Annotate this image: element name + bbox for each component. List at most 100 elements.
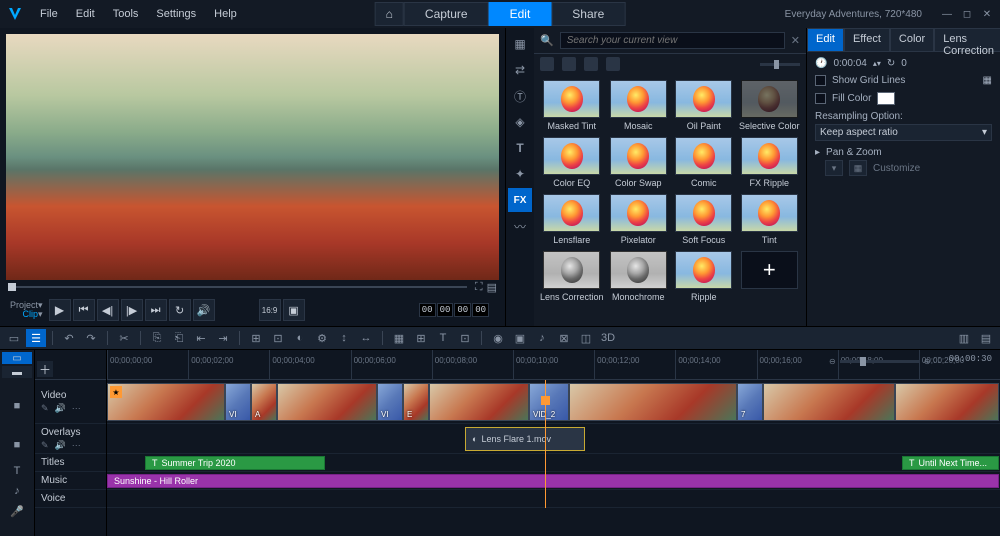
track-head-overlays[interactable]: Overlays✎🔊⋯ — [35, 424, 106, 454]
playhead[interactable] — [545, 380, 546, 508]
snapshot-button[interactable]: ▣ — [283, 299, 305, 321]
grid-icon[interactable]: ▦ — [983, 75, 992, 86]
zoom-out-icon[interactable]: ⊖ — [829, 357, 836, 366]
video-clip[interactable]: 7 — [737, 383, 763, 421]
track-video-icon[interactable]: ■ — [7, 384, 27, 428]
tool-6-button[interactable]: ⊡ — [268, 329, 288, 347]
zoom-fit-icon[interactable]: ⛶ — [934, 356, 940, 366]
track-music-icon[interactable]: ♪ — [7, 482, 27, 500]
tool-9-button[interactable]: ↕ — [334, 329, 354, 347]
track-mute-icon[interactable]: 🔊 — [55, 440, 66, 451]
tool-5-button[interactable]: ⊞ — [246, 329, 266, 347]
goto-end-button[interactable]: ⏭ — [145, 299, 167, 321]
lib-fx-item[interactable]: Tint — [739, 194, 800, 245]
next-frame-button[interactable]: |▶ — [121, 299, 143, 321]
maximize-button[interactable]: ◻ — [960, 7, 974, 21]
lib-fx-item[interactable]: Color EQ — [540, 137, 604, 188]
timecode-display[interactable]: 00 00 00 00 — [419, 303, 489, 317]
tool-22-button[interactable]: ▤ — [976, 329, 996, 347]
lib-add-item[interactable]: + — [739, 251, 800, 302]
tool-17-button[interactable]: ♪ — [532, 329, 552, 347]
lib-fx-item[interactable]: Pixelator — [608, 194, 669, 245]
video-clip[interactable]: VI — [225, 383, 251, 421]
video-clip[interactable] — [895, 383, 999, 421]
tool-19-button[interactable]: ◫ — [576, 329, 596, 347]
mode-edit[interactable]: Edit — [489, 2, 552, 26]
opt-tab-lens[interactable]: Lens Correction — [934, 28, 1000, 52]
lib-media-icon[interactable]: ▦ — [508, 32, 532, 56]
redo-button[interactable]: ↷ — [81, 329, 101, 347]
video-clip[interactable] — [277, 383, 377, 421]
tool-1-button[interactable]: ⎘ — [147, 329, 167, 347]
lib-fx-item[interactable]: Ripple — [673, 251, 734, 302]
lib-sort-icon[interactable] — [584, 57, 598, 71]
track-titles[interactable]: TSummer Trip 2020TUntil Next Time... — [107, 454, 1000, 472]
volume-button[interactable]: 🔊 — [193, 299, 215, 321]
opt-tab-effect[interactable]: Effect — [844, 28, 890, 52]
video-clip[interactable] — [763, 383, 895, 421]
lib-fx-item[interactable]: Selective Color — [739, 80, 800, 131]
lib-fx-item[interactable]: Monochrome — [608, 251, 669, 302]
zoom-slider[interactable] — [840, 360, 920, 363]
duration-value[interactable]: 0:00:04 — [833, 58, 866, 69]
play-button[interactable]: ▶ — [49, 299, 71, 321]
fill-color-swatch[interactable] — [877, 92, 895, 105]
add-track-button[interactable]: ＋ — [37, 361, 53, 377]
video-clip[interactable]: VI — [377, 383, 403, 421]
tool-14-button[interactable]: ⊡ — [455, 329, 475, 347]
panzoom-label[interactable]: Pan & Zoom — [826, 147, 882, 158]
aspect-button[interactable]: 16:9 — [259, 299, 281, 321]
lib-fx-item[interactable]: Lensflare — [540, 194, 604, 245]
track-voice[interactable] — [107, 490, 1000, 508]
grid-checkbox[interactable] — [815, 75, 826, 86]
thumb-size-slider[interactable] — [760, 63, 800, 66]
preview-scrubber[interactable]: ⛶ ▤ — [6, 280, 499, 294]
tool-20-button[interactable]: 3D — [598, 329, 618, 347]
video-clip[interactable]: ★ — [107, 383, 225, 421]
opt-tab-color[interactable]: Color — [890, 28, 934, 52]
goto-start-button[interactable]: ⏮ — [73, 299, 95, 321]
insert-mode-button[interactable]: ▭ — [2, 352, 32, 364]
lib-filter-icon[interactable]: ✦ — [508, 162, 532, 186]
lib-list-icon[interactable] — [606, 57, 620, 71]
mode-capture[interactable]: Capture — [404, 2, 489, 26]
track-voice-icon[interactable]: 🎤 — [7, 502, 27, 520]
track-music[interactable]: Sunshine - Hill Roller — [107, 472, 1000, 490]
timeline-ruler[interactable]: 00;00;00;0000;00;02;0000;00;04;0000;00;0… — [107, 350, 1000, 380]
search-input[interactable] — [560, 32, 785, 49]
tool-15-button[interactable]: ◉ — [488, 329, 508, 347]
zoom-in-icon[interactable]: ⊕ — [924, 357, 931, 366]
prev-frame-button[interactable]: ◀| — [97, 299, 119, 321]
close-button[interactable]: ✕ — [980, 7, 994, 21]
panzoom-preset-button[interactable]: ▾ — [825, 160, 843, 176]
track-more-icon[interactable]: ⋯ — [72, 440, 81, 451]
track-mute-icon[interactable]: 🔊 — [55, 403, 66, 414]
tool-10-button[interactable]: ↔ — [356, 329, 376, 347]
overlay-clip[interactable]: ◐Lens Flare 1.mov — [465, 427, 585, 451]
video-clip[interactable]: E — [403, 383, 429, 421]
lib-view-icon[interactable] — [540, 57, 554, 71]
track-overlay-icon[interactable]: ■ — [7, 430, 27, 460]
lib-fx-item[interactable]: Mosaic — [608, 80, 669, 131]
fill-checkbox[interactable] — [815, 93, 826, 104]
storyboard-view-button[interactable]: ▭ — [4, 329, 24, 347]
tool-2-button[interactable]: ⎗ — [169, 329, 189, 347]
loop-button[interactable]: ↻ — [169, 299, 191, 321]
tool-16-button[interactable]: ▣ — [510, 329, 530, 347]
rotation-value[interactable]: 0 — [901, 58, 907, 69]
lib-fx-item[interactable]: Soft Focus — [673, 194, 734, 245]
lib-fx-item[interactable]: Lens Correction — [540, 251, 604, 302]
video-clip[interactable] — [429, 383, 529, 421]
track-video[interactable]: ★VIAVIEVID_27 — [107, 380, 1000, 424]
timeline-view-button[interactable]: ☰ — [26, 329, 46, 347]
tool-7-button[interactable]: ◐ — [290, 329, 310, 347]
track-head-music[interactable]: Music — [35, 472, 106, 490]
clear-search-icon[interactable]: ✕ — [791, 34, 800, 47]
replace-mode-button[interactable]: ▬ — [2, 366, 32, 378]
minimize-button[interactable]: — — [940, 7, 954, 21]
lib-fx-icon[interactable]: FX — [508, 188, 532, 212]
mode-home[interactable]: ⌂ — [375, 2, 404, 26]
track-head-titles[interactable]: Titles — [35, 454, 106, 472]
tool-13-button[interactable]: T — [433, 329, 453, 347]
lib-fx-item[interactable]: FX Ripple — [739, 137, 800, 188]
